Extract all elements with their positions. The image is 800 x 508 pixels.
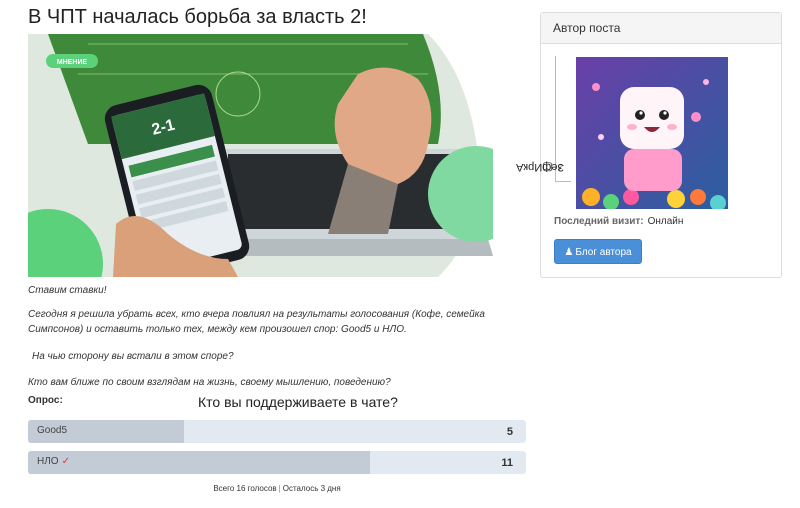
avatar[interactable] (576, 57, 728, 209)
poll-option-label-text: НЛО (37, 456, 59, 467)
author-name-vertical: ЗефИркА ♁ ▢ (516, 56, 571, 182)
poll-option-good5[interactable]: Good5 5 (28, 420, 526, 443)
poll-separator: | (278, 484, 281, 493)
author-card: Автор поста ЗефИркА ♁ ▢ Последний визит:… (516, 12, 782, 278)
post-title: В ЧПТ началась борьба за власть 2! (28, 6, 367, 28)
post-paragraph: На чью сторону вы встали в этом споре? (32, 351, 234, 362)
poll-option-count: 11 (501, 457, 513, 469)
post-paragraph: Сегодня я решила убрать всех, кто вчера … (28, 309, 485, 335)
poll-remaining: Осталось 3 дня (282, 484, 341, 493)
post-paragraph: Ставим ставки! (28, 285, 107, 296)
last-visit-label: Последний визит: (554, 216, 644, 227)
poll-option-count: 5 (506, 426, 513, 438)
badge-text: МНЕНИЕ (57, 59, 88, 66)
poll-footer: Всего 16 голосов | Осталось 3 дня (0, 484, 554, 493)
author-blog-button[interactable]: ♟ Блог автора (554, 239, 642, 264)
poll-option-label: НЛО ✓ (37, 456, 70, 467)
author-card-header: Автор поста (541, 13, 781, 44)
poll-option-fill (28, 451, 371, 474)
last-visit: Последний визит: Онлайн (554, 216, 683, 227)
post-paragraph: Кто вам ближе по своим взглядам на жизнь… (28, 377, 391, 388)
poll-option-label: Good5 (37, 425, 68, 436)
check-icon: ✓ (61, 456, 70, 467)
poll-total: Всего 16 голосов (213, 484, 277, 493)
author-status-icons: ♁ ▢ (542, 161, 564, 173)
author-blog-button-label: Блог автора (575, 247, 632, 258)
poll-question: Кто вы поддерживаете в чате? (198, 394, 398, 410)
last-visit-value: Онлайн (647, 216, 684, 227)
poll-label: Опрос: (28, 395, 63, 406)
user-group-icon: ♟ (564, 247, 574, 258)
post-image: МНЕНИЕ 2-1 (28, 34, 493, 277)
poll-option-nlo[interactable]: НЛО ✓ 11 (28, 451, 526, 474)
